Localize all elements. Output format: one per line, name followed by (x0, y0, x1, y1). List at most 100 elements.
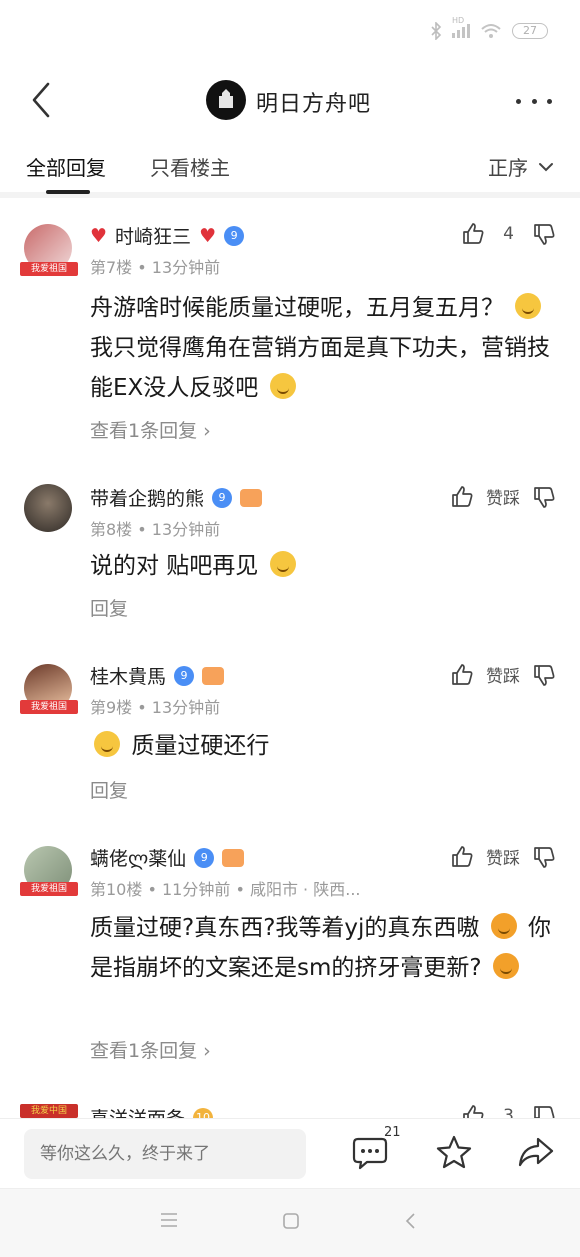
view-replies-link[interactable]: 查看1条回复 › (90, 1036, 211, 1063)
vote-controls: 赞踩 (450, 484, 556, 509)
system-nav-bar (0, 1188, 580, 1257)
header: 明日方舟吧 (0, 66, 580, 136)
thumbs-down-icon[interactable] (532, 845, 556, 869)
back-button[interactable] (26, 80, 62, 120)
thumbs-up-icon[interactable] (450, 663, 474, 687)
vote-controls: 赞踩 (450, 844, 556, 869)
level-badge: 9 (194, 847, 215, 868)
network-type-label: HD (452, 16, 465, 25)
post-time: 13分钟前 (151, 520, 221, 539)
emoji-icon (492, 953, 519, 979)
avatar-badge: 我爱祖国 (20, 262, 78, 276)
post-time: 13分钟前 (151, 698, 221, 717)
share-button[interactable] (516, 1133, 556, 1173)
avatar[interactable] (24, 484, 72, 532)
post-text: 我只觉得鹰角在营销方面是真下功夫，营销技能EX没人反驳吧 (90, 335, 550, 401)
thumbs-down-icon[interactable] (532, 663, 556, 687)
heart-icon: ♥ (90, 224, 108, 247)
castle-icon (219, 89, 233, 108)
more-options-button[interactable] (516, 86, 552, 116)
thumbs-up-icon[interactable] (461, 1104, 485, 1118)
home-button[interactable] (280, 1211, 308, 1235)
dot-icon (531, 98, 537, 104)
username-line: ♥ 时崎狂三 ♥ 9 (90, 222, 245, 249)
post-text: 质量过硬还行 (131, 733, 270, 759)
post-time: 13分钟前 (151, 258, 221, 277)
post-location: 咸阳市 · 陕西... (249, 880, 361, 899)
chevron-down-icon (539, 162, 553, 171)
avatar-badge: 我爱祖国 (20, 700, 78, 714)
square-home-icon (283, 1213, 299, 1229)
avatar-badge: 我爱中国 (20, 1104, 78, 1118)
comment-count: 21 (384, 1125, 401, 1140)
medal-icon (240, 488, 263, 507)
level-badge: 9 (212, 487, 233, 508)
floor-number: 第10楼 (90, 880, 143, 899)
thumbs-up-icon[interactable] (461, 222, 485, 246)
forum-logo[interactable] (206, 80, 246, 120)
username-line: 桂木貴馬 9 (90, 662, 225, 689)
thumbs-up-icon[interactable] (450, 845, 474, 869)
post-time: 11分钟前 (161, 880, 231, 899)
reply-link[interactable]: 回复 (90, 776, 128, 803)
chevron-left-icon (405, 1213, 415, 1229)
username[interactable]: 喜洋洋面条 (90, 1104, 185, 1118)
sort-label: 正序 (488, 156, 528, 180)
sort-dropdown[interactable]: 正序 (488, 152, 554, 181)
menu-icon (161, 1213, 177, 1227)
vote-label: 赞踩 (486, 849, 520, 869)
floor-number: 第8楼 (90, 520, 133, 539)
post-content: 舟游啥时候能质量过硬呢，五月复五月？ 我只觉得鹰角在营销方面是真下功夫，营销技能… (90, 288, 560, 408)
thumbs-down-icon[interactable] (532, 485, 556, 509)
post-meta: 第8楼 • 13分钟前 (90, 520, 221, 539)
tab-all-replies[interactable]: 全部回复 (26, 152, 106, 181)
vote-label: 赞踩 (486, 667, 520, 687)
vote-controls: 3 (461, 1104, 556, 1118)
view-replies-link[interactable]: 查看1条回复 › (90, 416, 211, 443)
heart-icon: ♥ (199, 224, 217, 247)
username-line: 带着企鹅的熊 9 (90, 484, 263, 511)
reply-input[interactable] (24, 1129, 306, 1179)
tab-owner-only[interactable]: 只看楼主 (150, 152, 230, 181)
favorite-button[interactable] (434, 1133, 474, 1173)
emoji-icon (269, 551, 296, 577)
forum-title[interactable]: 明日方舟吧 (256, 86, 371, 118)
post-meta: 第9楼 • 13分钟前 (90, 698, 221, 717)
thumbs-down-icon[interactable] (532, 222, 556, 246)
emoji-icon (515, 293, 542, 319)
medal-icon (202, 666, 225, 685)
emoji-icon (269, 373, 296, 399)
vote-label: 赞踩 (486, 489, 520, 509)
level-badge: 10 (193, 1107, 214, 1118)
reply-link[interactable]: 回复 (90, 594, 128, 621)
status-bar: HD 27 (0, 0, 580, 60)
reply-bar: 21 (0, 1118, 580, 1188)
username-line: 喜洋洋面条 10 (90, 1104, 214, 1118)
username[interactable]: 带着企鹅的熊 (90, 484, 204, 511)
tab-active-indicator (46, 190, 90, 194)
battery-indicator: 27 (512, 23, 548, 39)
post-text: 质量过硬?真东西?我等着yj的真东西嗷 (90, 915, 480, 941)
vote-controls: 赞踩 (450, 662, 556, 687)
username[interactable]: 桂木貴馬 (90, 662, 166, 689)
post-content: 说的对 贴吧再见 (90, 546, 560, 586)
post-meta: 第7楼 • 13分钟前 (90, 258, 221, 277)
vote-count: 3 (503, 1106, 514, 1118)
username[interactable]: 螨佬ლ薬仙 (90, 844, 186, 871)
dot-icon (516, 98, 521, 104)
medal-icon (222, 848, 245, 867)
nav-back-button[interactable] (402, 1211, 430, 1235)
thumbs-down-icon[interactable] (532, 1104, 556, 1118)
username-line: 螨佬ლ薬仙 9 (90, 844, 245, 871)
reply-post: 我爱中国 喜洋洋面条 10 3 (0, 1096, 580, 1118)
thumbs-up-icon[interactable] (450, 485, 474, 509)
vote-controls: 4 (461, 222, 556, 246)
dot-icon (547, 98, 552, 104)
share-arrow-icon (518, 1137, 554, 1167)
reply-tabs: 全部回复 只看楼主 正序 (0, 138, 580, 198)
star-icon (436, 1135, 472, 1169)
floor-number: 第9楼 (90, 698, 133, 717)
menu-button[interactable] (158, 1211, 186, 1235)
emoji-icon (490, 913, 517, 939)
username[interactable]: 时崎狂三 (115, 222, 191, 249)
